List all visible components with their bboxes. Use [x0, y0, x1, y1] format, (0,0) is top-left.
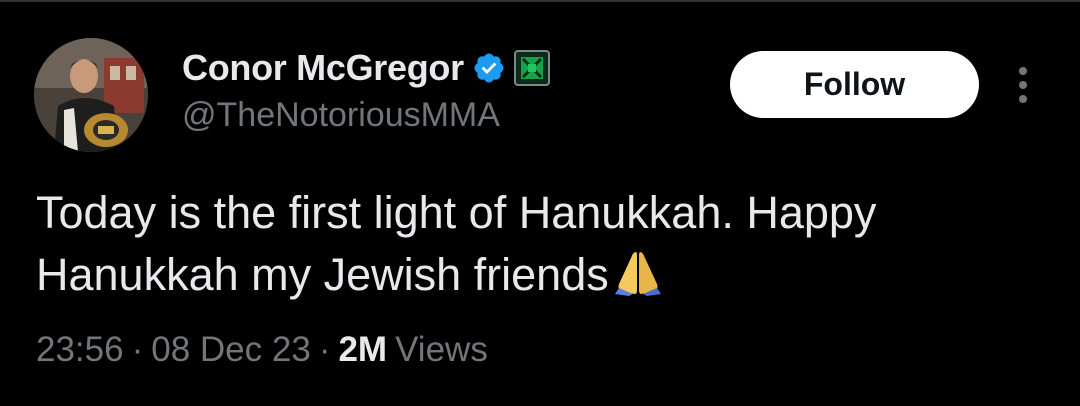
meta-separator: ·: [131, 330, 144, 369]
tweet-time[interactable]: 23:56: [36, 330, 124, 370]
follow-button[interactable]: Follow: [730, 51, 979, 118]
more-vertical-icon[interactable]: [1010, 62, 1036, 108]
meta-separator: ·: [318, 330, 331, 369]
views-count[interactable]: 2M: [338, 330, 387, 370]
profile-photo: [34, 38, 148, 152]
verified-badge-icon[interactable]: [472, 51, 506, 85]
avatar[interactable]: [34, 38, 148, 152]
author-display-name[interactable]: Conor McGregor: [182, 47, 464, 89]
folded-hands-emoji: [613, 250, 663, 312]
tweet-text: Today is the first light of Hanukkah. Ha…: [36, 182, 1056, 312]
tweet-meta: 23:56 · 08 Dec 23 · 2M Views: [36, 330, 488, 370]
views-label[interactable]: Views: [395, 330, 488, 370]
tweet-date[interactable]: 08 Dec 23: [151, 330, 311, 370]
affiliate-badge-icon[interactable]: [513, 50, 550, 86]
author-name-row: Conor McGregor: [182, 44, 550, 92]
tweet-body: Today is the first light of Hanukkah. Ha…: [36, 187, 877, 300]
author-handle[interactable]: @TheNotoriousMMA: [182, 96, 500, 135]
top-divider: [0, 0, 1080, 2]
